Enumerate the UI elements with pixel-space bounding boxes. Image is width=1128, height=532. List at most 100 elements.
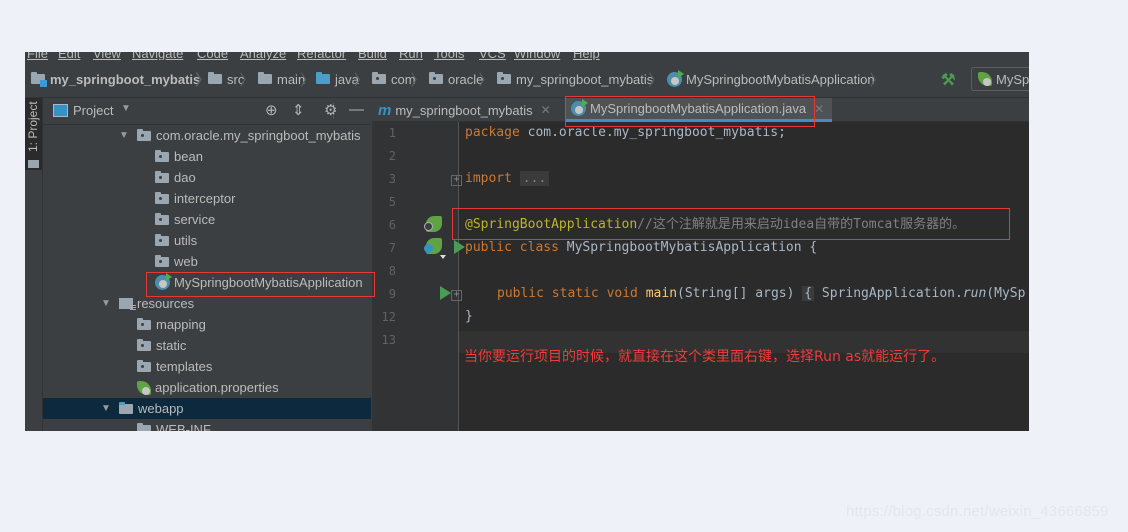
package-icon [155,191,169,204]
breadcrumb-item[interactable]: com 〉 [372,71,426,89]
tree-item-label: templates [156,359,213,374]
tree-item[interactable]: mapping [43,314,371,335]
menu-file[interactable]: File [27,52,48,60]
package-icon [137,317,151,330]
menu-edit[interactable]: Edit [58,52,80,60]
dropdown-arrow-icon[interactable] [440,255,446,259]
package-icon [429,72,443,84]
breadcrumb-separator: 〉 [478,72,494,89]
menu-refactor[interactable]: Refactor [297,52,346,60]
breadcrumb-item[interactable]: oracle 〉 [429,71,493,89]
collapse-all-icon[interactable]: ⇕ [292,101,305,119]
menu-tools[interactable]: Tools [434,52,464,60]
code-line: import ... [465,169,550,189]
locate-target-icon[interactable]: ⊕ [265,101,278,119]
ide-window: File Edit View Navigate Code Analyze Ref… [25,52,1029,431]
spring-context-gutter-icon[interactable] [424,238,442,254]
expand-arrow-icon[interactable]: ▼ [101,403,111,414]
breadcrumb-item[interactable]: my_springboot_mybatis 〉 [497,71,663,89]
highlight-box-tab [565,96,815,127]
menu-window[interactable]: Window [514,52,560,60]
close-icon[interactable]: ✕ [814,102,824,116]
package-icon [155,212,169,225]
tree-item[interactable]: application.properties [43,377,371,398]
expand-arrow-icon[interactable]: ▼ [119,130,129,141]
watermark: https://blog.csdn.net/weixin_43666859 [846,503,1109,520]
run-configuration-selector[interactable]: MySp [971,67,1029,91]
spring-bean-gutter-icon[interactable] [424,216,442,232]
menu-code[interactable]: Code [197,52,228,60]
line-number: 9 [388,287,396,301]
expand-fold-icon[interactable]: + [451,290,462,301]
tree-item-label: dao [174,170,196,185]
web-folder-icon [119,401,133,414]
menu-navigate[interactable]: Navigate [132,52,183,60]
project-view-selector[interactable]: Project [73,103,113,118]
tree-item-label: WEB-INF [156,422,211,431]
run-class-icon[interactable] [454,240,465,254]
tree-item[interactable]: bean [43,146,371,167]
tree-item[interactable]: static [43,335,371,356]
menu-build[interactable]: Build [358,52,387,60]
close-icon[interactable]: ✕ [541,103,551,117]
chevron-down-icon[interactable]: ▼ [121,103,131,114]
line-number: 3 [388,172,396,186]
tree-item[interactable]: dao [43,167,371,188]
breadcrumb-item[interactable]: java 〉 [316,71,369,89]
package-icon [155,254,169,267]
tree-item-label: interceptor [174,191,236,206]
project-tool-label: 1: Project [26,101,40,152]
tree-item-label: mapping [156,317,206,332]
package-icon [497,72,511,84]
breadcrumb-label: my_springboot_mybatis [50,71,201,87]
folded-imports[interactable]: ... [519,171,550,186]
editor-gutter: 1 2 3 5 6 7 8 9 12 13 + + [372,122,465,431]
expand-arrow-icon[interactable]: ▼ [101,298,111,309]
menu-help[interactable]: Help [573,52,600,60]
package-icon [137,128,151,141]
breadcrumb-separator: 〉 [648,72,664,89]
project-panel-header: Project ▼ ⊕ ⇕ ⚙ — [43,98,371,125]
line-number: 8 [388,264,396,278]
tree-item-label: utils [174,233,198,248]
line-number: 5 [388,195,396,209]
annotation-note: 当你要运行项目的时候，就直接在这个类里面右键，选择Run as就能运行了。 [464,349,946,365]
menu-vcs[interactable]: VCS [479,52,506,60]
tree-item-selected[interactable]: ▼ webapp [43,398,371,419]
expand-fold-icon[interactable]: + [451,175,462,186]
tree-item[interactable]: ▼ com.oracle.my_springboot_mybatis [43,125,371,146]
breadcrumb-item[interactable]: main 〉 [258,71,315,89]
code-line: public class MySpringbootMybatisApplicat… [465,240,818,255]
tree-item[interactable]: WEB-INF [43,419,371,431]
maven-icon: m [378,101,392,119]
breadcrumb-item[interactable]: MySpringbootMybatisApplication 〉 [667,69,885,89]
tree-item[interactable]: interceptor [43,188,371,209]
run-main-icon[interactable] [440,286,451,300]
menu-analyze[interactable]: Analyze [240,52,286,60]
tree-item[interactable]: service [43,209,371,230]
breadcrumb-item[interactable]: my_springboot_mybatis 〉 [31,71,210,89]
module-folder-icon [31,72,47,87]
menu-run[interactable]: Run [399,52,423,60]
tab-pom[interactable]: m my_springboot_mybatis ✕ [378,98,557,122]
project-panel: Project ▼ ⊕ ⇕ ⚙ — ▼ com.oracle.my_spring… [43,98,388,431]
tree-item[interactable]: web [43,251,371,272]
tree-item[interactable]: templates [43,356,371,377]
build-hammer-icon[interactable]: ⚒ [941,70,955,90]
project-tool-button[interactable]: 1: Project [25,98,42,170]
highlight-box-tree-item [146,272,375,297]
menu-view[interactable]: View [93,52,121,60]
spring-properties-icon [137,380,151,395]
code-area[interactable]: package com.oracle.my_springboot_mybatis… [459,122,1029,431]
tree-item[interactable]: utils [43,230,371,251]
line-number: 7 [388,241,396,255]
gear-icon[interactable]: ⚙ [324,101,337,119]
menu-bar: File Edit View Navigate Code Analyze Ref… [25,52,1029,60]
code-line: } [465,309,473,324]
spring-boot-class-icon [667,69,684,87]
hide-panel-icon[interactable]: — [349,101,364,118]
package-icon [155,233,169,246]
package-icon [155,149,169,162]
breadcrumb-item[interactable]: src 〉 [208,71,254,89]
line-number: 6 [388,218,396,232]
